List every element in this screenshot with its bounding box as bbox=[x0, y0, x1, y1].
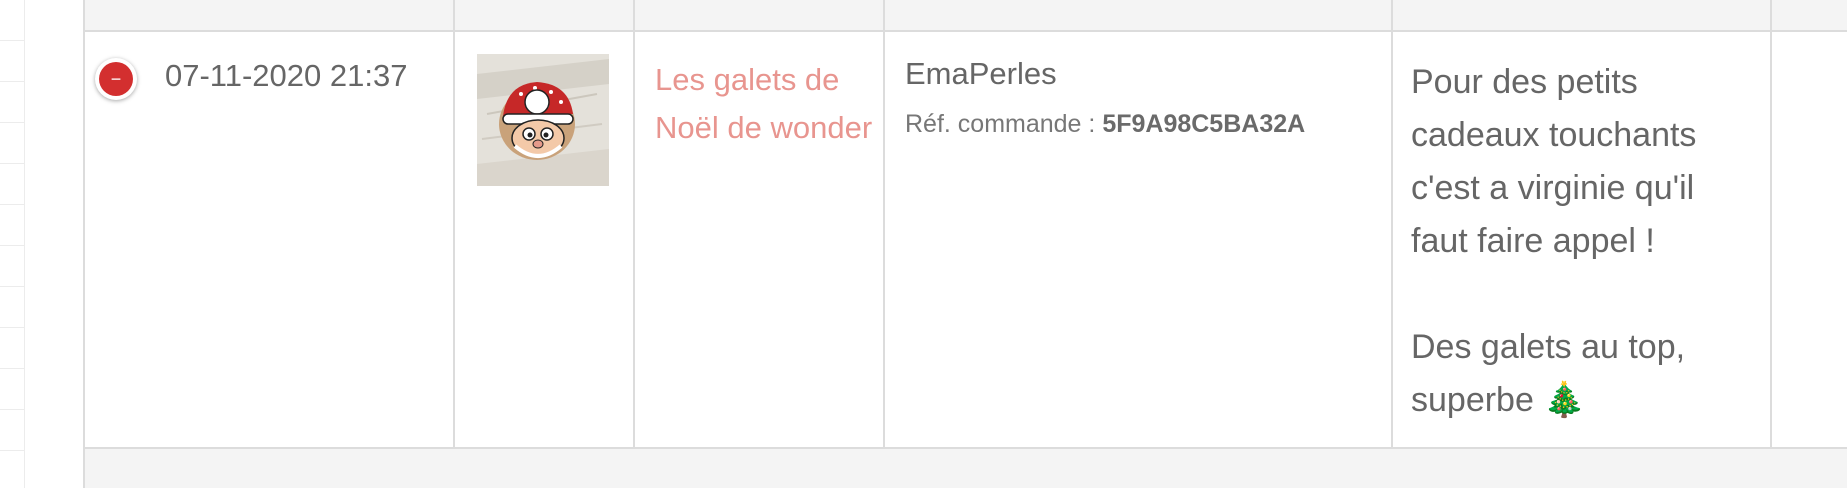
remove-status-button[interactable]: − bbox=[95, 58, 137, 100]
column-divider bbox=[1770, 0, 1772, 449]
table-header bbox=[85, 0, 1847, 32]
review-comment: Pour des petits cadeaux touchants c'est … bbox=[1411, 56, 1751, 427]
orders-review-page: − 07-11-2020 21:37 Les galets de Noël de… bbox=[0, 0, 1847, 488]
reviews-table: − 07-11-2020 21:37 Les galets de Noël de… bbox=[83, 0, 1847, 488]
order-reference: Réf. commande : 5F9A98C5BA32A bbox=[905, 110, 1305, 139]
column-divider bbox=[453, 0, 455, 449]
column-divider bbox=[883, 0, 885, 449]
review-date: 07-11-2020 21:37 bbox=[165, 58, 408, 93]
left-grid-strip bbox=[0, 0, 25, 488]
column-divider bbox=[1391, 0, 1393, 449]
status-symbol: − bbox=[110, 69, 122, 89]
table-footer bbox=[85, 447, 1847, 488]
product-name-link[interactable]: Les galets de Noël de wonder bbox=[655, 56, 875, 152]
minus-icon: − bbox=[99, 62, 133, 96]
review-comment-paragraph: Pour des petits cadeaux touchants c'est … bbox=[1411, 63, 1697, 260]
column-divider bbox=[633, 0, 635, 449]
left-gutter bbox=[25, 0, 83, 488]
review-comment-paragraph: Des galets au top, superbe 🎄 bbox=[1411, 328, 1686, 419]
comment-spacer bbox=[1411, 268, 1751, 321]
seller-name: EmaPerles bbox=[905, 56, 1057, 91]
order-reference-label: Réf. commande : bbox=[905, 110, 1096, 138]
order-reference-value: 5F9A98C5BA32A bbox=[1102, 110, 1306, 138]
santa-pebble-thumbnail[interactable] bbox=[477, 54, 609, 186]
